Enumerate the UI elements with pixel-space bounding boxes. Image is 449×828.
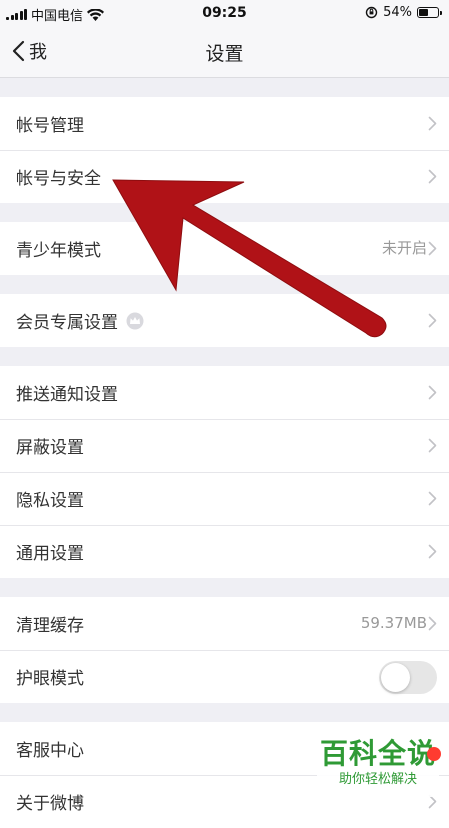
- chevron-right-icon: [428, 438, 437, 453]
- battery-percent: 54%: [383, 5, 412, 20]
- battery-icon: [417, 7, 442, 18]
- page-title: 设置: [205, 43, 244, 65]
- chevron-right-icon: [428, 385, 437, 400]
- section-gap: [0, 78, 449, 97]
- youth-mode-row[interactable]: 青少年模式 未开启: [0, 222, 449, 275]
- account-security-row[interactable]: 帐号与安全: [0, 150, 449, 203]
- row-label: 清理缓存: [16, 616, 84, 636]
- section-gap: [0, 578, 449, 597]
- row-label: 帐号管理: [16, 116, 84, 136]
- row-label: 护眼模式: [16, 669, 84, 689]
- section-gap: [0, 703, 449, 722]
- row-label: 隐私设置: [16, 491, 84, 511]
- crown-icon: [126, 312, 144, 329]
- vip-settings-row[interactable]: 会员专属设置: [0, 294, 449, 347]
- toggle-knob: [381, 663, 410, 692]
- row-label: 关于微博: [16, 794, 84, 814]
- privacy-settings-row[interactable]: 隐私设置: [0, 472, 449, 525]
- section-storage: 清理缓存 59.37MB 护眼模式: [0, 597, 449, 703]
- row-label: 客服中心: [16, 741, 84, 761]
- youth-mode-status: 未开启: [381, 239, 427, 257]
- eye-protection-toggle[interactable]: [379, 661, 437, 694]
- row-label: 帐号与安全: [16, 169, 101, 189]
- section-youth: 青少年模式 未开启: [0, 222, 449, 275]
- chevron-right-icon: [428, 544, 437, 559]
- status-right: 54%: [365, 5, 442, 20]
- chevron-right-icon: [428, 313, 437, 328]
- watermark-logo: 百科全说 助你轻松解决: [317, 735, 441, 797]
- section-gap: [0, 347, 449, 366]
- row-label: 推送通知设置: [16, 385, 118, 405]
- account-management-row[interactable]: 帐号管理: [0, 97, 449, 150]
- row-label: 青少年模式: [16, 241, 101, 261]
- push-notification-row[interactable]: 推送通知设置: [0, 366, 449, 419]
- row-label: 屏蔽设置: [16, 438, 84, 458]
- general-settings-row[interactable]: 通用设置: [0, 525, 449, 578]
- section-gap: [0, 203, 449, 222]
- chevron-right-icon: [428, 491, 437, 506]
- notification-dot: [427, 747, 441, 761]
- row-label: 会员专属设置: [16, 313, 118, 333]
- chevron-right-icon: [428, 116, 437, 131]
- nav-bar: 我 设置: [0, 26, 449, 78]
- orientation-lock-icon: [365, 6, 378, 19]
- section-vip: 会员专属设置: [0, 294, 449, 347]
- chevron-right-icon: [428, 241, 437, 256]
- status-bar: 中国电信 09:25 54%: [0, 0, 449, 26]
- block-settings-row[interactable]: 屏蔽设置: [0, 419, 449, 472]
- section-account: 帐号管理 帐号与安全: [0, 97, 449, 203]
- section-general: 推送通知设置 屏蔽设置 隐私设置 通用设置: [0, 366, 449, 578]
- settings-list: 帐号管理 帐号与安全 青少年模式 未开启 会员专属设置 推送通知设置 屏蔽设置 …: [0, 78, 449, 828]
- watermark-title: 百科全说: [319, 737, 436, 770]
- watermark-subtitle: 助你轻松解决: [338, 772, 417, 787]
- cache-size: 59.37MB: [360, 614, 427, 632]
- clear-cache-row[interactable]: 清理缓存 59.37MB: [0, 597, 449, 650]
- row-label: 通用设置: [16, 544, 84, 564]
- chevron-right-icon: [428, 616, 437, 631]
- battery-fill: [419, 9, 428, 16]
- chevron-right-icon: [428, 169, 437, 184]
- section-gap: [0, 275, 449, 294]
- eye-protection-row: 护眼模式: [0, 650, 449, 703]
